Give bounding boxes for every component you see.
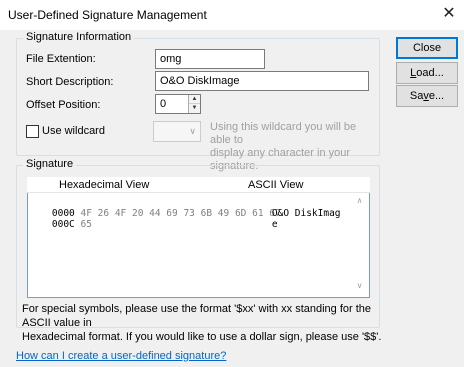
hex-row[interactable]: 000C 65 bbox=[29, 208, 92, 241]
help-link[interactable]: How can I create a user-defined signatur… bbox=[16, 350, 226, 362]
hex-header: Hexadecimal View ASCII View bbox=[27, 177, 370, 193]
row-ascii: O&O DiskImag bbox=[271, 208, 341, 219]
special-symbols-note-line-1: For special symbols, please use the form… bbox=[22, 303, 372, 329]
offset-position-label: Offset Position: bbox=[26, 99, 101, 111]
offset-spinner[interactable]: ▲ ▼ bbox=[188, 95, 200, 113]
signature-dialog: User-Defined Signature Management ✕ Sign… bbox=[0, 0, 464, 367]
wildcard-hint-line-1: Using this wildcard you will be able to bbox=[210, 121, 357, 146]
special-symbols-note: For special symbols, please use the form… bbox=[22, 302, 382, 344]
window-title: User-Defined Signature Management bbox=[8, 8, 207, 22]
use-wildcard-label[interactable]: Use wildcard bbox=[42, 125, 105, 137]
load-label-rest: oad... bbox=[416, 67, 444, 79]
row-ascii: e bbox=[271, 219, 278, 230]
spin-down-icon[interactable]: ▼ bbox=[189, 104, 200, 113]
ascii-view-header: ASCII View bbox=[248, 179, 304, 191]
use-wildcard-checkbox[interactable] bbox=[26, 125, 39, 138]
signature-information-label: Signature Information bbox=[23, 31, 135, 43]
spin-up-icon[interactable]: ▲ bbox=[189, 95, 200, 104]
close-window-icon[interactable]: ✕ bbox=[434, 0, 464, 30]
save-label-prefix: Sa bbox=[409, 90, 424, 102]
file-extension-label: File Extention: bbox=[26, 53, 96, 65]
load-button[interactable]: Load... bbox=[396, 62, 458, 84]
offset-position-value: 0 bbox=[160, 98, 167, 110]
signature-group-label: Signature bbox=[23, 158, 77, 170]
save-button[interactable]: Save... bbox=[396, 85, 458, 107]
row-bytes: 65 bbox=[80, 219, 92, 230]
wildcard-combo[interactable]: ∨ bbox=[153, 121, 201, 142]
chevron-down-icon: ∨ bbox=[189, 126, 196, 136]
short-description-input[interactable]: O&O DiskImage bbox=[155, 71, 369, 91]
scroll-up-icon[interactable]: ∧ bbox=[351, 196, 368, 205]
save-label-rest: e... bbox=[428, 90, 445, 102]
row-offset: 000C bbox=[51, 219, 75, 230]
hex-scrollbar[interactable]: ∧ ∨ bbox=[351, 193, 368, 297]
title-bar: User-Defined Signature Management ✕ bbox=[0, 0, 464, 30]
hex-view-header: Hexadecimal View bbox=[59, 179, 150, 191]
ascii-cell[interactable]: e bbox=[249, 208, 278, 241]
scroll-down-icon[interactable]: ∨ bbox=[351, 281, 368, 290]
special-symbols-note-line-2: Hexadecimal format. If you would like to… bbox=[22, 331, 382, 343]
short-description-label: Short Description: bbox=[26, 76, 114, 88]
file-extension-input[interactable]: omg bbox=[155, 49, 265, 69]
close-button[interactable]: Close bbox=[396, 37, 458, 59]
